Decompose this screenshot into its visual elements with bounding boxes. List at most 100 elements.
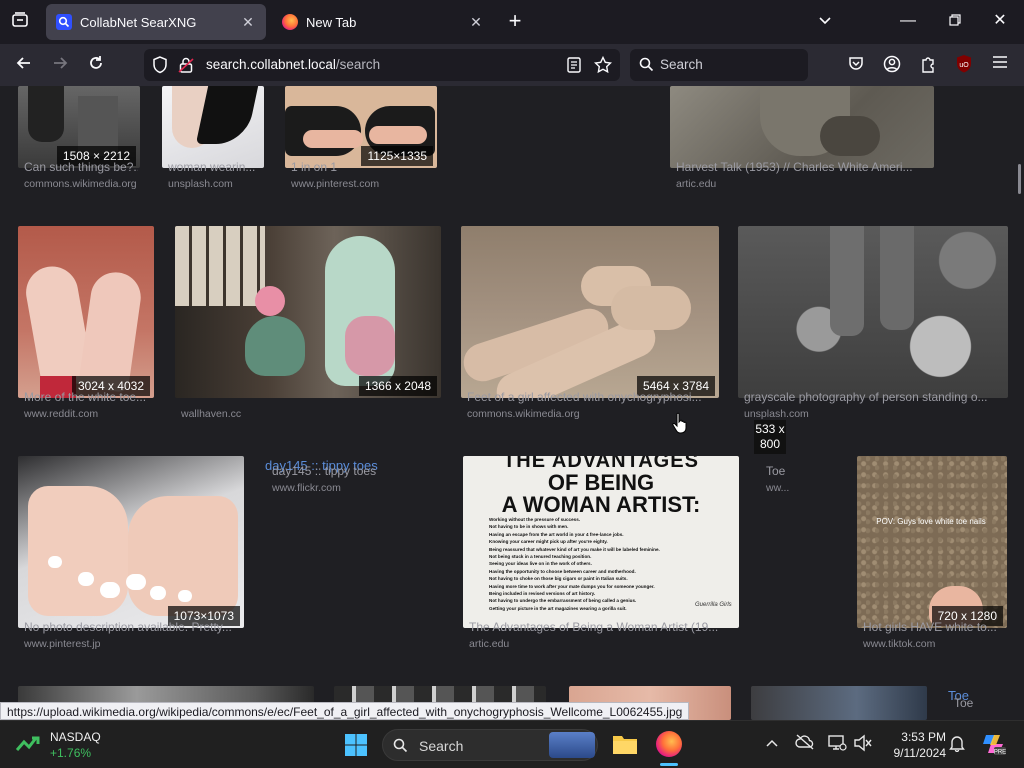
result-title[interactable]: Toe: [954, 696, 973, 710]
tab-title: CollabNet SearXNG: [80, 14, 197, 30]
result-source[interactable]: www.tiktok.com: [863, 638, 935, 650]
tab-searxng[interactable]: CollabNet SearXNG ✕: [46, 4, 266, 40]
restore-window-icon[interactable]: [945, 12, 965, 32]
clock-time: 3:53 PM: [901, 730, 946, 744]
result-title[interactable]: grayscale photography of person standing…: [744, 390, 1008, 404]
result-source[interactable]: www.pinterest.com: [291, 178, 379, 190]
result-title[interactable]: woman wearin...: [168, 160, 264, 174]
result-title[interactable]: Toe: [766, 464, 796, 478]
volume-muted-icon[interactable]: [852, 734, 874, 755]
result-thumbnail[interactable]: 3024 x 4032: [18, 226, 154, 398]
tab-new-tab[interactable]: New Tab ✕: [272, 4, 494, 40]
result-source[interactable]: www.flickr.com: [272, 482, 341, 494]
stock-name: NASDAQ: [50, 730, 101, 744]
image-result[interactable]: [751, 686, 927, 720]
close-window-icon[interactable]: ✕: [990, 11, 1010, 31]
windows-start-icon[interactable]: [344, 733, 368, 762]
firefox-taskbar-icon[interactable]: [656, 731, 682, 766]
show-hidden-icons-chevron-icon[interactable]: [764, 735, 780, 751]
minimize-window-icon[interactable]: —: [898, 11, 918, 31]
result-thumbnail[interactable]: 1125×1335: [285, 86, 437, 168]
result-source[interactable]: artic.edu: [469, 638, 509, 650]
image-result[interactable]: 1366 x 2048 wallhaven.cc: [175, 226, 441, 426]
result-thumbnail[interactable]: [738, 226, 1008, 398]
result-source[interactable]: ww...: [766, 482, 789, 494]
image-result[interactable]: 5464 x 3784 Feet of a girl affected with…: [461, 226, 719, 426]
result-title[interactable]: Harvest Talk (1953) // Charles White Ame…: [676, 160, 934, 174]
result-source[interactable]: unsplash.com: [744, 408, 809, 420]
clock[interactable]: 3:53 PM 9/11/2024: [880, 729, 947, 761]
result-thumbnail[interactable]: 5464 x 3784: [461, 226, 719, 398]
url-host: search.collabnet.local: [206, 57, 336, 72]
account-icon[interactable]: [882, 55, 902, 79]
url-text[interactable]: search.collabnet.local/search: [206, 57, 380, 72]
image-result[interactable]: POV: Guys love white toe nails 720 x 128…: [857, 456, 1007, 652]
result-thumbnail[interactable]: [162, 86, 264, 168]
result-source[interactable]: unsplash.com: [168, 178, 233, 190]
image-result[interactable]: 1125×1335 1 in on 1 www.pinterest.com: [285, 86, 437, 196]
search-bar[interactable]: Search: [630, 49, 808, 81]
result-title[interactable]: 1 in on 1: [291, 160, 431, 174]
address-bar[interactable]: search.collabnet.local/search: [144, 49, 620, 81]
result-title[interactable]: Hot girls HAVE white to...: [863, 620, 1009, 634]
poster-signature: Guerrilla Girls: [695, 602, 732, 608]
stock-change: +1.76%: [50, 746, 92, 760]
result-source[interactable]: commons.wikimedia.org: [467, 408, 580, 420]
list-all-tabs-chevron-icon[interactable]: [815, 12, 835, 32]
result-title[interactable]: No photo description available. Pretty..…: [24, 620, 244, 634]
result-title[interactable]: Feet of a girl affected with onychogryph…: [467, 390, 719, 404]
result-source[interactable]: commons.wikimedia.org: [24, 178, 137, 190]
file-explorer-icon[interactable]: [612, 732, 638, 761]
result-source[interactable]: www.pinterest.jp: [24, 638, 100, 650]
result-thumbnail[interactable]: [670, 86, 934, 168]
cloud-sync-off-icon[interactable]: [794, 734, 816, 753]
url-path: /search: [335, 57, 381, 72]
result-thumbnail[interactable]: 1366 x 2048: [175, 226, 441, 398]
page-scrollbar[interactable]: [1018, 164, 1021, 194]
image-result[interactable]: Harvest Talk (1953) // Charles White Ame…: [670, 86, 934, 196]
ublock-origin-icon[interactable]: uO: [954, 54, 974, 80]
result-title[interactable]: The Advantages of Being a Woman Artist (…: [469, 620, 739, 634]
pocket-icon[interactable]: [846, 55, 866, 77]
reader-view-icon[interactable]: [567, 57, 581, 78]
result-title[interactable]: More of the white toe...: [24, 390, 154, 404]
back-arrow-icon[interactable]: [14, 55, 34, 77]
notification-bell-icon[interactable]: [946, 734, 968, 755]
bookmark-star-icon[interactable]: [593, 55, 613, 79]
copilot-icon[interactable]: PRE: [980, 731, 1006, 762]
insecure-lock-icon[interactable]: [178, 56, 194, 79]
reload-icon[interactable]: [86, 55, 106, 77]
taskbar-search-box[interactable]: Search: [382, 729, 598, 761]
tab-overview-icon[interactable]: [10, 12, 30, 34]
tracking-protection-shield-icon[interactable]: [152, 56, 168, 79]
stock-widget[interactable]: NASDAQ +1.76%: [15, 729, 126, 761]
forward-arrow-icon[interactable]: [50, 55, 70, 77]
image-result[interactable]: 533 x 800 Toe ww...: [754, 420, 798, 500]
poster-item: Not having to choke on those big cigars …: [489, 576, 628, 582]
svg-text:uO: uO: [959, 62, 969, 69]
image-result[interactable]: 1508 × 2212 Can such things be?... commo…: [18, 86, 140, 196]
image-results: 1508 × 2212 Can such things be?... commo…: [0, 86, 1024, 720]
result-source[interactable]: artic.edu: [676, 178, 716, 190]
result-title[interactable]: Can such things be?...: [24, 160, 138, 174]
result-thumbnail[interactable]: POV: Guys love white toe nails 720 x 128…: [857, 456, 1007, 628]
image-result[interactable]: day145 :: tippy toes day145 :: tippy toe…: [262, 456, 442, 516]
close-tab-icon[interactable]: ✕: [236, 14, 260, 31]
result-thumbnail[interactable]: [751, 686, 927, 720]
result-thumbnail[interactable]: THE ADVANTAGES OF BEING A WOMAN ARTIST: …: [463, 456, 739, 628]
extensions-puzzle-icon[interactable]: [918, 55, 938, 79]
image-result[interactable]: woman wearin... unsplash.com: [162, 86, 264, 196]
hamburger-menu-icon[interactable]: [990, 55, 1010, 75]
image-result[interactable]: 3024 x 4032 More of the white toe... www…: [18, 226, 154, 426]
new-tab-plus-icon[interactable]: +: [504, 10, 526, 32]
result-title[interactable]: day145 :: tippy toes: [272, 464, 442, 478]
image-result[interactable]: grayscale photography of person standing…: [738, 226, 1008, 426]
result-thumbnail[interactable]: 1073×1073: [18, 456, 244, 628]
image-result[interactable]: 1073×1073 No photo description available…: [18, 456, 244, 652]
image-result[interactable]: THE ADVANTAGES OF BEING A WOMAN ARTIST: …: [463, 456, 739, 652]
result-source[interactable]: wallhaven.cc: [181, 408, 241, 420]
result-thumbnail[interactable]: 1508 × 2212: [18, 86, 140, 168]
close-tab-icon[interactable]: ✕: [464, 14, 488, 31]
network-display-icon[interactable]: [826, 734, 848, 755]
result-source[interactable]: www.reddit.com: [24, 408, 98, 420]
